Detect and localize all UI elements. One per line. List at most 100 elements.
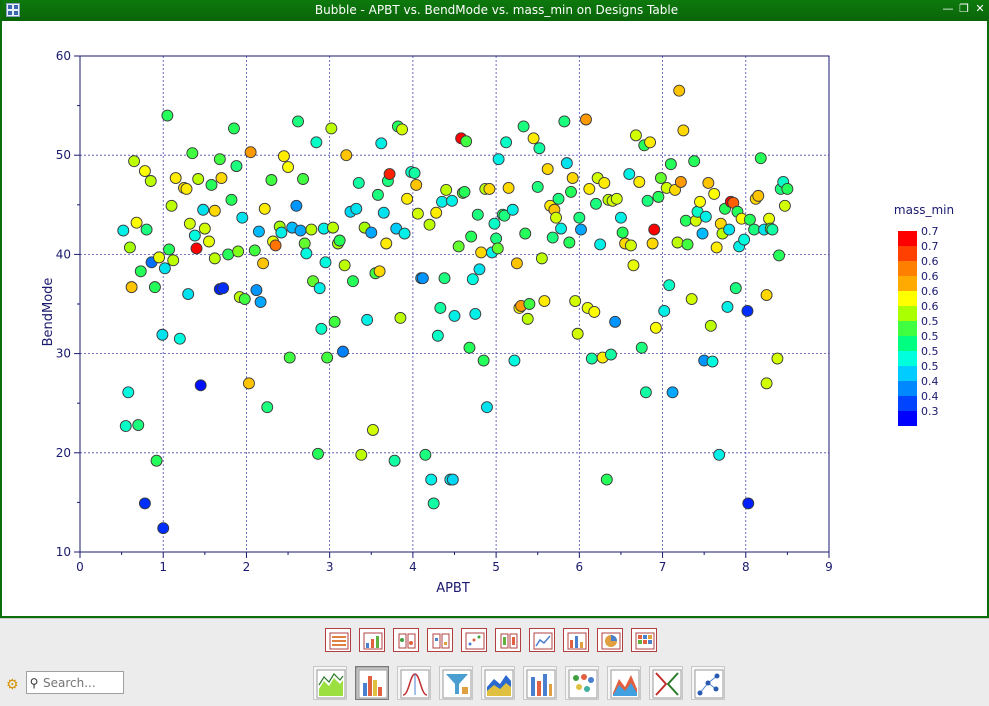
data-point bbox=[649, 321, 662, 334]
legend-swatch bbox=[898, 246, 917, 261]
data-point bbox=[560, 157, 573, 170]
data-point bbox=[558, 115, 571, 128]
y-tick-label: 10 bbox=[56, 545, 71, 559]
legend-swatch bbox=[898, 411, 917, 426]
data-point bbox=[125, 281, 138, 294]
data-point bbox=[635, 341, 648, 354]
data-point bbox=[571, 327, 584, 340]
data-point bbox=[312, 447, 324, 460]
correlation-table-button[interactable] bbox=[631, 628, 657, 652]
legend-label: 0.5 bbox=[921, 360, 939, 373]
data-point bbox=[228, 122, 240, 135]
bubble-chart-button[interactable] bbox=[355, 666, 389, 700]
trade-off-button[interactable] bbox=[649, 666, 683, 700]
table-button[interactable] bbox=[325, 628, 351, 652]
data-point bbox=[217, 282, 230, 295]
data-point bbox=[466, 273, 479, 286]
data-point bbox=[594, 238, 607, 251]
data-point bbox=[552, 192, 565, 205]
search-icon: ⚲ bbox=[29, 675, 39, 690]
data-point bbox=[230, 160, 243, 173]
data-point bbox=[419, 448, 432, 461]
data-point bbox=[483, 182, 496, 195]
data-points bbox=[117, 84, 794, 535]
x-tick-label: 7 bbox=[659, 560, 667, 574]
x-tick-label: 6 bbox=[576, 560, 584, 574]
filter-columns-button[interactable] bbox=[495, 628, 521, 652]
data-point bbox=[448, 309, 461, 322]
scatter-table-button[interactable] bbox=[461, 628, 487, 652]
data-point bbox=[167, 254, 180, 267]
restore-icon[interactable]: ❐ bbox=[957, 2, 971, 16]
histogram-button[interactable] bbox=[397, 666, 431, 700]
data-point bbox=[664, 158, 677, 171]
data-point bbox=[431, 329, 444, 342]
legend-swatch bbox=[898, 381, 917, 396]
data-point bbox=[743, 213, 756, 226]
close-icon[interactable]: ✕ bbox=[973, 2, 987, 16]
data-point bbox=[396, 123, 409, 136]
data-point bbox=[663, 279, 676, 292]
data-point bbox=[708, 187, 721, 200]
data-point bbox=[190, 242, 203, 255]
color-legend: 0.7 0.7 0.6 0.6 0.6 0.6 0.5 0.5 0.5 0.5 0.4 0.4 0.3 bbox=[898, 225, 939, 426]
title-bar: Bubble - APBT vs. BendMode vs. mass_min … bbox=[2, 0, 989, 21]
data-point bbox=[130, 216, 143, 229]
summary-table-button[interactable] bbox=[359, 628, 385, 652]
data-point bbox=[460, 135, 473, 148]
data-point bbox=[123, 241, 136, 254]
legend-label: 0.6 bbox=[921, 270, 939, 283]
data-point bbox=[150, 454, 163, 467]
data-point bbox=[410, 179, 423, 191]
x-tick-label: 5 bbox=[492, 560, 500, 574]
surface-chart-button[interactable] bbox=[607, 666, 641, 700]
bar-chart-button[interactable] bbox=[523, 666, 557, 700]
data-point bbox=[265, 174, 278, 186]
compare-table-button[interactable] bbox=[427, 628, 453, 652]
data-point bbox=[338, 259, 351, 272]
data-point bbox=[488, 217, 501, 230]
data-point bbox=[598, 177, 611, 189]
line-chart-button[interactable] bbox=[313, 666, 347, 700]
data-point bbox=[754, 152, 767, 165]
line-chart-table-button[interactable] bbox=[529, 628, 555, 652]
data-point bbox=[614, 211, 627, 224]
gear-icon[interactable]: ⚙ bbox=[6, 678, 20, 692]
y-tick-label: 40 bbox=[56, 247, 71, 261]
data-point bbox=[616, 226, 629, 239]
data-point bbox=[180, 182, 193, 195]
legend-label: 0.6 bbox=[921, 300, 939, 313]
data-point bbox=[624, 239, 637, 252]
minimize-icon[interactable]: — bbox=[941, 2, 955, 16]
filter-table-button[interactable] bbox=[393, 628, 419, 652]
data-point bbox=[610, 192, 623, 205]
pie-table-button[interactable] bbox=[597, 628, 623, 652]
y-tick-label: 30 bbox=[56, 347, 71, 361]
window-controls: — ❐ ✕ bbox=[941, 2, 987, 18]
data-point bbox=[563, 236, 576, 249]
x-tick-label: 0 bbox=[76, 560, 84, 574]
data-point bbox=[674, 176, 687, 188]
data-point bbox=[261, 401, 274, 414]
area-chart-button[interactable] bbox=[481, 666, 515, 700]
legend-swatch bbox=[898, 306, 917, 321]
y-tick-label: 50 bbox=[56, 148, 71, 162]
funnel-filter-button[interactable] bbox=[439, 666, 473, 700]
search-box: ⚲ bbox=[26, 671, 124, 694]
data-point bbox=[153, 251, 166, 264]
bubble-grid-button[interactable] bbox=[565, 666, 599, 700]
x-tick-label: 8 bbox=[742, 560, 750, 574]
data-point bbox=[383, 168, 396, 180]
data-point bbox=[729, 282, 742, 295]
data-point bbox=[446, 473, 459, 486]
data-point bbox=[538, 295, 551, 307]
bar-chart-table-button[interactable] bbox=[563, 628, 589, 652]
data-point bbox=[347, 275, 359, 288]
search-input[interactable] bbox=[41, 675, 123, 690]
data-point bbox=[375, 137, 388, 150]
data-point bbox=[688, 155, 701, 168]
network-plot-button[interactable] bbox=[691, 666, 725, 700]
data-point bbox=[315, 322, 328, 335]
data-point bbox=[639, 386, 652, 399]
legend-swatch bbox=[898, 321, 917, 336]
